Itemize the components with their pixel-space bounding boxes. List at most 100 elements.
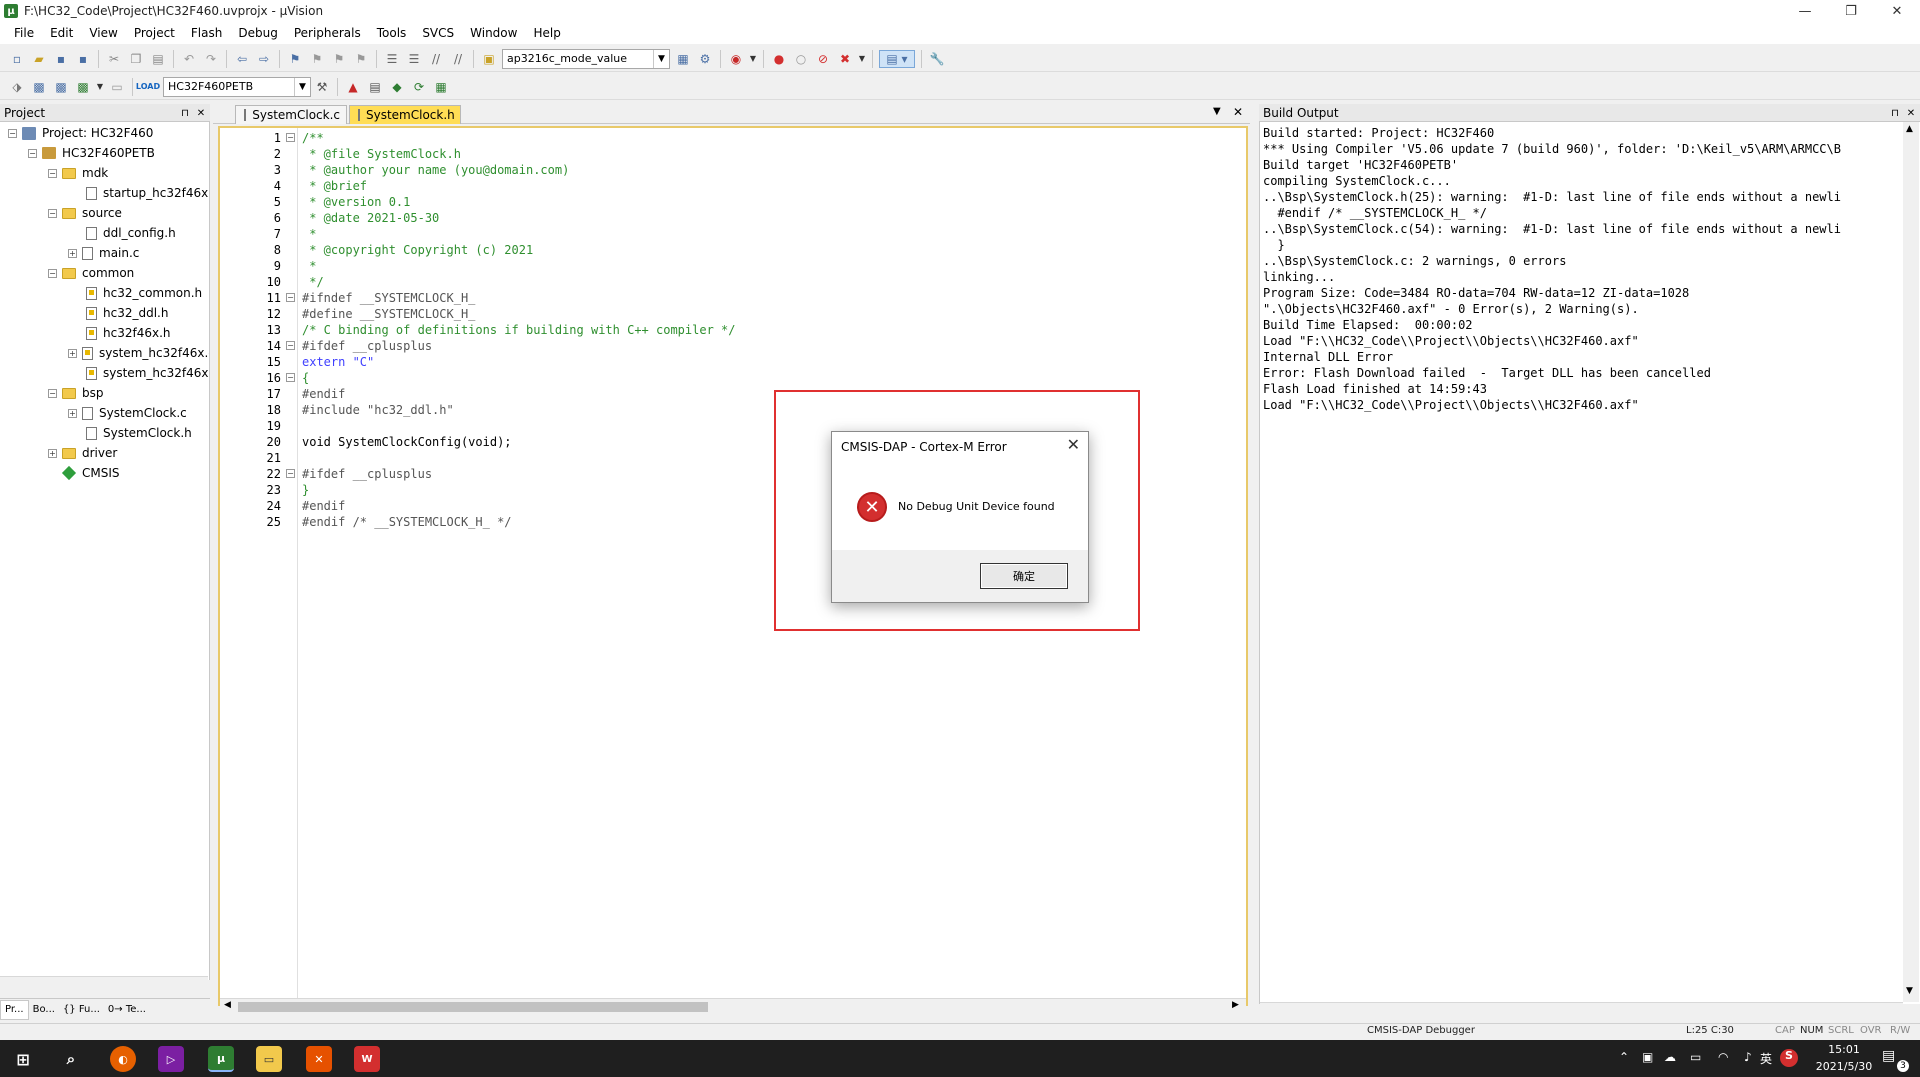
expand-icon[interactable]: + [68,248,77,258]
chevron-down-icon[interactable]: ▼ [749,50,757,68]
window-layout-icon[interactable]: ▤ ▾ [879,49,915,68]
ok-button[interactable]: 确定 [980,563,1068,589]
tree-file[interactable]: system_hc32f46x.h [86,364,209,382]
manage-project-icon[interactable]: ▲ [344,78,362,96]
clock-time[interactable]: 15:01 [1812,1043,1876,1056]
file-explorer-icon[interactable]: ▭ [256,1046,282,1072]
expand-icon[interactable]: + [48,448,57,458]
build-icon[interactable]: ▩ [30,78,48,96]
target-options-icon[interactable]: ⚒ [313,78,331,96]
collapse-icon[interactable]: − [28,148,37,158]
tree-file[interactable]: hc32_common.h [86,284,202,302]
menu-svcs[interactable]: SVCS [414,26,462,40]
bookmark-icon[interactable]: ⚑ [286,50,304,68]
tree-group-bsp[interactable]: − bsp [48,384,104,402]
chevron-down-icon[interactable]: ▼ [858,50,866,68]
menu-tools[interactable]: Tools [369,26,415,40]
chevron-up-icon[interactable]: ⌃ [1619,1050,1629,1064]
fold-toggle-icon[interactable]: − [286,293,295,302]
copy-icon[interactable]: ❐ [127,50,145,68]
battery-icon[interactable]: ▭ [1690,1050,1701,1064]
sogou-icon[interactable]: S [1780,1049,1798,1067]
clock-date[interactable]: 2021/5/30 [1806,1060,1882,1073]
ime-indicator[interactable]: 英 [1760,1050,1772,1067]
windows-start-icon[interactable]: ⊞ [10,1046,36,1072]
tree-group-common[interactable]: − common [48,264,134,282]
wrench-icon[interactable]: 🔧 [928,50,946,68]
collapse-icon[interactable]: − [48,208,57,218]
translate-icon[interactable]: ⬗ [8,78,26,96]
wps-icon[interactable]: W [354,1046,380,1072]
search-icon[interactable]: ⌕ [58,1046,84,1072]
chevron-down-icon[interactable]: ▼ [294,77,310,96]
dialog-close-button[interactable]: ✕ [1067,435,1080,454]
select-packs-icon[interactable]: ◆ [388,78,406,96]
menu-debug[interactable]: Debug [230,26,285,40]
collapse-icon[interactable]: − [48,268,57,278]
save-icon[interactable]: ▪ [52,50,70,68]
menu-window[interactable]: Window [462,26,525,40]
disable-all-breakpoints-icon[interactable]: ⊘ [814,50,832,68]
menu-help[interactable]: Help [525,26,568,40]
tree-cmsis[interactable]: CMSIS [61,464,120,482]
target-combo[interactable]: HC32F460PETB ▼ [163,76,311,97]
tree-file[interactable]: + system_hc32f46x.c [68,344,209,362]
tree-file[interactable]: + SystemClock.c [68,404,187,422]
cloud-icon[interactable]: ☁ [1664,1050,1676,1064]
kill-all-breakpoints-icon[interactable]: ✖ [836,50,854,68]
firefox-icon[interactable]: ◐ [110,1046,136,1072]
tree-group-source[interactable]: − source [48,204,122,222]
wifi-icon[interactable]: ◠ [1718,1050,1728,1064]
chevron-down-icon[interactable]: ▼ [653,49,669,68]
scroll-down-icon[interactable]: ▼ [1906,986,1913,996]
debug-session-icon[interactable]: ◉ [727,50,745,68]
cut-icon[interactable]: ✂ [105,50,123,68]
menu-view[interactable]: View [81,26,125,40]
pack-installer-icon[interactable]: ▦ [432,78,450,96]
tree-file[interactable]: hc32_ddl.h [86,304,168,322]
menu-project[interactable]: Project [126,26,183,40]
tree-file[interactable]: + main.c [68,244,139,262]
scroll-right-icon[interactable]: ▶ [1232,1000,1239,1010]
project-hscrollbar[interactable] [0,976,208,980]
tab-functions[interactable]: {} Fu... [59,1000,104,1020]
editor-hscrollbar[interactable]: ◀ ▶ [220,998,1246,1014]
keil-uvision-icon[interactable]: µ [208,1046,234,1072]
insert-breakpoint-icon[interactable]: ● [770,50,788,68]
close-icon[interactable]: ✕ [1233,105,1243,119]
collapse-icon[interactable]: − [48,388,57,398]
indent-icon[interactable]: ☰ [383,50,401,68]
incremental-find-icon[interactable]: ▦ [674,50,692,68]
tree-root[interactable]: − Project: HC32F460 [8,124,153,142]
fold-toggle-icon[interactable]: − [286,373,295,382]
tree-group-driver[interactable]: + driver [48,444,117,462]
redo-icon[interactable]: ↷ [202,50,220,68]
rebuild-icon[interactable]: ▩ [52,78,70,96]
comment-icon[interactable]: // [427,50,445,68]
find-combo[interactable]: ap3216c_mode_value ▼ [502,48,670,69]
build-hscrollbar[interactable] [1260,1002,1903,1004]
fold-toggle-icon[interactable]: − [286,133,295,142]
collapse-icon[interactable]: − [48,168,57,178]
chevron-down-icon[interactable]: ▼ [1213,106,1221,117]
new-file-icon[interactable]: ▫ [8,50,26,68]
volume-icon[interactable]: ♪ [1744,1050,1752,1064]
tree-target[interactable]: − HC32F460PETB [28,144,155,162]
expand-icon[interactable]: + [68,408,77,418]
navigate-forward-icon[interactable]: ⇨ [255,50,273,68]
close-icon[interactable]: ✕ [1904,104,1918,122]
menu-peripherals[interactable]: Peripherals [286,26,369,40]
paste-icon[interactable]: ▤ [149,50,167,68]
tree-file[interactable]: hc32f46x.h [86,324,171,342]
chevron-down-icon[interactable]: ▼ [96,78,104,96]
menu-flash[interactable]: Flash [183,26,230,40]
network-icon[interactable]: ▣ [1642,1050,1653,1064]
build-output[interactable]: ▲ ▼ Build started: Project: HC32F460 *** … [1259,122,1920,1004]
menu-edit[interactable]: Edit [42,26,81,40]
tree-group-mdk[interactable]: − mdk [48,164,108,182]
open-file-icon[interactable]: ▰ [30,50,48,68]
notification-icon[interactable]: ▤ [1882,1048,1895,1064]
batch-build-icon[interactable]: ▩ [74,78,92,96]
minimize-button[interactable]: — [1782,0,1828,22]
tab-templates[interactable]: 0→ Te... [104,1000,150,1020]
